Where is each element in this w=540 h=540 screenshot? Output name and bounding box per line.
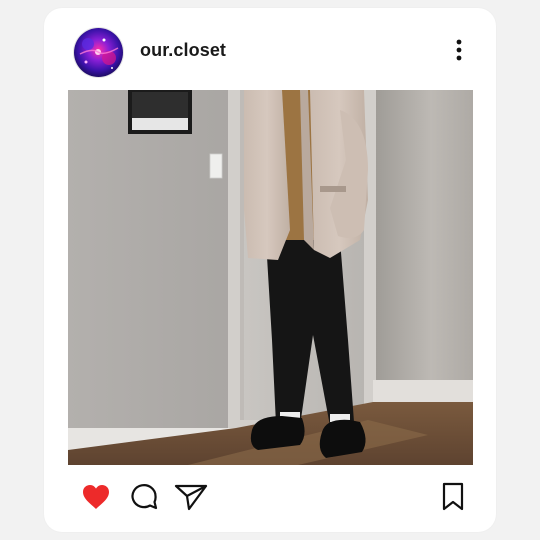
- post-actions-bar: [44, 478, 496, 518]
- heart-icon[interactable]: [81, 483, 111, 516]
- galaxy-avatar-image: [74, 28, 123, 77]
- profile-avatar[interactable]: [73, 27, 124, 78]
- post-card: our.closet: [44, 8, 496, 532]
- post-photo[interactable]: [68, 90, 473, 465]
- post-username[interactable]: our.closet: [140, 40, 226, 61]
- comment-icon[interactable]: [129, 482, 159, 517]
- bookmark-icon[interactable]: [441, 482, 465, 517]
- more-vertical-icon[interactable]: [450, 38, 468, 62]
- post-header: our.closet: [44, 8, 496, 90]
- send-icon[interactable]: [174, 482, 208, 517]
- outfit-photo: [68, 90, 473, 465]
